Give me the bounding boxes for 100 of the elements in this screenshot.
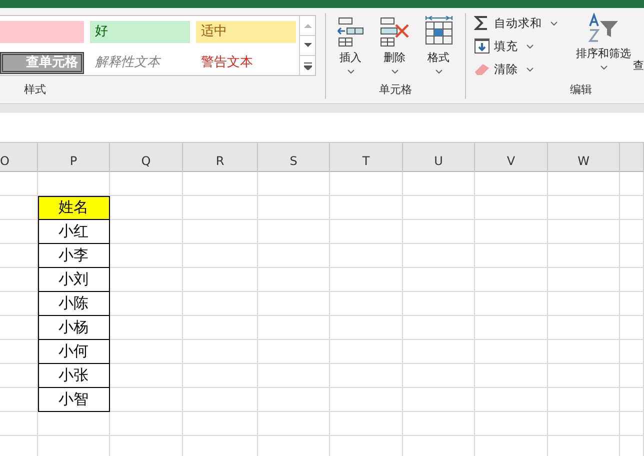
grid-cell[interactable]: [548, 244, 620, 268]
grid-cell[interactable]: [0, 340, 38, 364]
grid-cell[interactable]: [403, 172, 475, 196]
grid-cell[interactable]: [0, 388, 38, 412]
fill-button[interactable]: 填充: [474, 36, 574, 56]
find-button[interactable]: 查: [633, 58, 644, 73]
grid-cell[interactable]: [0, 244, 38, 268]
grid-cell[interactable]: [110, 316, 183, 340]
column-header[interactable]: P: [38, 143, 110, 172]
grid-cell[interactable]: [330, 340, 403, 364]
grid-cell[interactable]: [548, 196, 620, 220]
grid-cell[interactable]: [620, 364, 644, 388]
grid-cell[interactable]: [183, 244, 258, 268]
grid-cell[interactable]: [183, 340, 258, 364]
grid-cell[interactable]: [0, 412, 38, 436]
table-cell[interactable]: 小李: [38, 244, 110, 268]
column-header[interactable]: W: [548, 143, 620, 172]
grid-cell[interactable]: [330, 244, 403, 268]
grid-cell[interactable]: [0, 268, 38, 292]
grid-cell[interactable]: [330, 220, 403, 244]
grid-cell[interactable]: [183, 172, 258, 196]
grid-cell[interactable]: [403, 220, 475, 244]
grid-cell[interactable]: [110, 196, 183, 220]
column-header[interactable]: T: [330, 143, 403, 172]
cell-style-option[interactable]: 好: [90, 21, 190, 43]
grid-cell[interactable]: [620, 340, 644, 364]
grid-cell[interactable]: [258, 292, 330, 316]
grid-cell[interactable]: [475, 388, 548, 412]
grid-cell[interactable]: [403, 196, 475, 220]
grid-cell[interactable]: [403, 340, 475, 364]
table-cell[interactable]: 小陈: [38, 292, 110, 316]
grid-cell[interactable]: [548, 172, 620, 196]
grid-cell[interactable]: [330, 172, 403, 196]
grid-cell[interactable]: [620, 388, 644, 412]
grid-cell[interactable]: [403, 268, 475, 292]
grid-cell[interactable]: [330, 268, 403, 292]
grid-cell[interactable]: [183, 412, 258, 436]
clear-button[interactable]: 清除: [474, 59, 574, 79]
grid-cell[interactable]: [620, 244, 644, 268]
grid-cell[interactable]: [403, 316, 475, 340]
grid-cell[interactable]: [403, 244, 475, 268]
cell-style-option[interactable]: 适中: [196, 21, 296, 43]
grid-cell[interactable]: [548, 220, 620, 244]
grid-cell[interactable]: [620, 220, 644, 244]
grid-cell[interactable]: [475, 172, 548, 196]
grid-cell[interactable]: [110, 340, 183, 364]
grid-cell[interactable]: [548, 268, 620, 292]
grid-cell[interactable]: [620, 196, 644, 220]
grid-cell[interactable]: [38, 412, 110, 436]
grid-cell[interactable]: [183, 196, 258, 220]
grid-cell[interactable]: [330, 412, 403, 436]
grid-cell[interactable]: [475, 244, 548, 268]
grid-cell[interactable]: [475, 196, 548, 220]
grid-cell[interactable]: [548, 340, 620, 364]
table-cell[interactable]: 小刘: [38, 268, 110, 292]
grid-cell[interactable]: [110, 292, 183, 316]
column-header[interactable]: S: [258, 143, 330, 172]
grid-cell[interactable]: [0, 316, 38, 340]
grid-cell[interactable]: [258, 220, 330, 244]
column-header[interactable]: Q: [110, 143, 183, 172]
sort-filter-button[interactable]: 排序和筛选: [576, 13, 632, 81]
grid-cell[interactable]: [330, 364, 403, 388]
cell-style-option[interactable]: 解释性文本: [90, 52, 190, 74]
grid-cell[interactable]: [548, 292, 620, 316]
sum-button[interactable]: 自动求和: [474, 13, 574, 33]
insert-button[interactable]: 插入: [332, 14, 370, 81]
grid-cell[interactable]: [548, 412, 620, 436]
grid-cell[interactable]: [110, 268, 183, 292]
grid-cell[interactable]: [403, 412, 475, 436]
grid-cell[interactable]: [403, 292, 475, 316]
grid-cell[interactable]: [258, 412, 330, 436]
table-cell[interactable]: 小何: [38, 340, 110, 364]
grid-cell[interactable]: [620, 292, 644, 316]
grid-cell[interactable]: [548, 316, 620, 340]
column-header[interactable]: V: [475, 143, 548, 172]
grid-cell[interactable]: [110, 412, 183, 436]
grid-cell[interactable]: [0, 292, 38, 316]
grid-cell[interactable]: [183, 388, 258, 412]
grid-cell[interactable]: [475, 340, 548, 364]
column-header[interactable]: R: [183, 143, 258, 172]
cell-style-option[interactable]: 警告文本: [196, 52, 296, 74]
column-header[interactable]: U: [403, 143, 475, 172]
table-cell[interactable]: 小红: [38, 220, 110, 244]
grid-cell[interactable]: [258, 340, 330, 364]
grid-cell[interactable]: [258, 172, 330, 196]
format-button[interactable]: 格式: [420, 14, 458, 81]
grid-cell[interactable]: [110, 220, 183, 244]
grid-cell[interactable]: [258, 244, 330, 268]
grid-cell[interactable]: [620, 316, 644, 340]
grid-cell[interactable]: [110, 172, 183, 196]
grid-cell[interactable]: [110, 388, 183, 412]
grid-cell[interactable]: [620, 172, 644, 196]
grid-cell[interactable]: [403, 388, 475, 412]
grid-cell[interactable]: [183, 364, 258, 388]
grid-cell[interactable]: [258, 316, 330, 340]
grid-cell[interactable]: [330, 196, 403, 220]
table-cell[interactable]: 小张: [38, 364, 110, 388]
grid-cell[interactable]: [620, 268, 644, 292]
grid-cell[interactable]: [475, 292, 548, 316]
grid-cell[interactable]: [475, 316, 548, 340]
